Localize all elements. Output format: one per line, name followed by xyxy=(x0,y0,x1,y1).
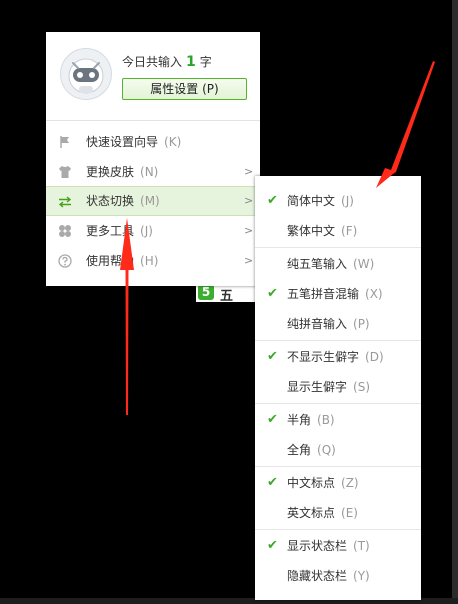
submenu-item-label: 隐藏状态栏 xyxy=(287,569,348,583)
flag-icon xyxy=(58,135,72,149)
help-icon xyxy=(58,254,72,268)
chevron-right-icon: > xyxy=(244,194,254,207)
submenu-item-wubi-pinyin-mixed[interactable]: ✔ 五笔拼音混输 (X) xyxy=(255,279,421,309)
check-icon: ✔ xyxy=(267,538,278,553)
menu-item-label: 更换皮肤 xyxy=(86,165,135,179)
check-icon: ✔ xyxy=(267,475,278,490)
submenu-item-shortcut: (W) xyxy=(353,257,375,271)
state-switch-submenu: ✔ 简体中文 (J) 繁体中文 (F) 纯五笔输入 (W) ✔ 五笔拼音混输 (X) 纯… xyxy=(255,176,421,600)
submenu-item-shortcut: (P) xyxy=(353,317,370,331)
submenu-item-shortcut: (D) xyxy=(365,350,384,364)
submenu-item-label: 纯五笔输入 xyxy=(287,257,348,271)
menu-item-change-skin[interactable]: 更换皮肤 (N) > xyxy=(46,157,260,187)
menu-item-label: 更多工具 xyxy=(86,224,135,238)
swap-arrows-icon xyxy=(58,195,72,209)
check-icon: ✔ xyxy=(267,349,278,364)
submenu-item-hide-rare-chars[interactable]: ✔ 不显示生僻字 (D) xyxy=(255,342,421,372)
menu-item-label: 快速设置向导 xyxy=(86,135,159,149)
menu-item-setup-wizard[interactable]: 快速设置向导 (K) xyxy=(46,127,260,157)
ime-context-menu: 今日共输入 1 字 属性设置 (P) 快速设置向导 (K) 更换皮肤 (N) > 状态切… xyxy=(46,32,260,286)
submenu-item-show-status-bar[interactable]: ✔ 显示状态栏 (T) xyxy=(255,531,421,561)
submenu-item-shortcut: (E) xyxy=(341,506,358,520)
wubi-logo-icon: 5 xyxy=(198,284,214,300)
submenu-item-shortcut: (X) xyxy=(365,287,383,301)
divider xyxy=(255,529,421,530)
divider xyxy=(255,340,421,341)
annotation-arrow-down-icon xyxy=(376,61,435,188)
submenu-item-label: 繁体中文 xyxy=(287,224,336,238)
divider xyxy=(255,403,421,404)
chevron-right-icon: > xyxy=(244,224,254,237)
divider xyxy=(255,247,421,248)
check-icon: ✔ xyxy=(267,412,278,427)
background-window-fragment: 5 五 xyxy=(196,284,256,304)
avatar xyxy=(60,48,112,100)
submenu-item-shortcut: (B) xyxy=(317,413,335,427)
submenu-item-english-punctuation[interactable]: 英文标点 (E) xyxy=(255,498,421,528)
menu-item-shortcut: (N) xyxy=(140,165,159,179)
chevron-right-icon: > xyxy=(244,165,254,178)
submenu-item-simplified-chinese[interactable]: ✔ 简体中文 (J) xyxy=(255,186,421,216)
submenu-item-label: 半角 xyxy=(287,413,312,427)
menu-item-more-tools[interactable]: 更多工具 (J) > xyxy=(46,216,260,246)
tools-icon xyxy=(58,224,72,238)
submenu-item-shortcut: (F) xyxy=(341,224,358,238)
submenu-item-half-width[interactable]: ✔ 半角 (B) xyxy=(255,405,421,435)
menu-item-label: 状态切换 xyxy=(86,194,135,208)
properties-settings-button[interactable]: 属性设置 (P) xyxy=(122,78,247,100)
submenu-item-label: 英文标点 xyxy=(287,506,336,520)
submenu-item-label: 不显示生僻字 xyxy=(287,350,360,364)
submenu-item-label: 五笔拼音混输 xyxy=(287,287,360,301)
tshirt-icon xyxy=(58,165,72,179)
submenu-item-pure-wubi[interactable]: 纯五笔输入 (W) xyxy=(255,249,421,279)
submenu-item-shortcut: (J) xyxy=(341,194,354,208)
count-value: 1 xyxy=(186,54,196,70)
menu-item-shortcut: (J) xyxy=(140,224,153,238)
submenu-item-label: 显示状态栏 xyxy=(287,539,348,553)
submenu-item-show-rare-chars[interactable]: 显示生僻字 (S) xyxy=(255,372,421,402)
menu-item-shortcut: (M) xyxy=(140,194,160,208)
submenu-item-label: 纯拼音输入 xyxy=(287,317,348,331)
submenu-item-pure-pinyin[interactable]: 纯拼音输入 (P) xyxy=(255,309,421,339)
divider xyxy=(46,120,260,121)
submenu-item-hide-status-bar[interactable]: 隐藏状态栏 (Y) xyxy=(255,561,421,591)
submenu-item-shortcut: (Z) xyxy=(341,476,359,490)
window-edge-right xyxy=(452,0,458,604)
count-prefix: 今日共输入 xyxy=(122,55,183,69)
chevron-right-icon: > xyxy=(244,254,254,267)
robot-mascot-icon xyxy=(68,58,104,94)
check-icon: ✔ xyxy=(267,286,278,301)
background-window-text: 五 xyxy=(220,289,234,304)
menu-item-shortcut: (H) xyxy=(140,254,159,268)
count-suffix: 字 xyxy=(199,55,212,69)
submenu-item-chinese-punctuation[interactable]: ✔ 中文标点 (Z) xyxy=(255,468,421,498)
submenu-item-label: 简体中文 xyxy=(287,194,336,208)
daily-input-count: 今日共输入 1 字 xyxy=(122,53,212,70)
submenu-item-label: 全角 xyxy=(287,443,312,457)
divider xyxy=(255,466,421,467)
submenu-item-label: 中文标点 xyxy=(287,476,336,490)
submenu-item-label: 显示生僻字 xyxy=(287,380,348,394)
submenu-item-traditional-chinese[interactable]: 繁体中文 (F) xyxy=(255,216,421,246)
submenu-item-shortcut: (Y) xyxy=(353,569,370,583)
menu-item-help[interactable]: 使用帮助 (H) > xyxy=(46,246,260,276)
submenu-item-shortcut: (S) xyxy=(353,380,370,394)
menu-item-shortcut: (K) xyxy=(164,135,182,149)
submenu-item-full-width[interactable]: 全角 (Q) xyxy=(255,435,421,465)
check-icon: ✔ xyxy=(267,193,278,208)
menu-item-label: 使用帮助 xyxy=(86,254,135,268)
submenu-item-shortcut: (T) xyxy=(353,539,370,553)
profile-section: 今日共输入 1 字 属性设置 (P) xyxy=(46,32,260,120)
menu-item-state-switch[interactable]: 状态切换 (M) > xyxy=(46,186,260,216)
submenu-item-shortcut: (Q) xyxy=(317,443,336,457)
